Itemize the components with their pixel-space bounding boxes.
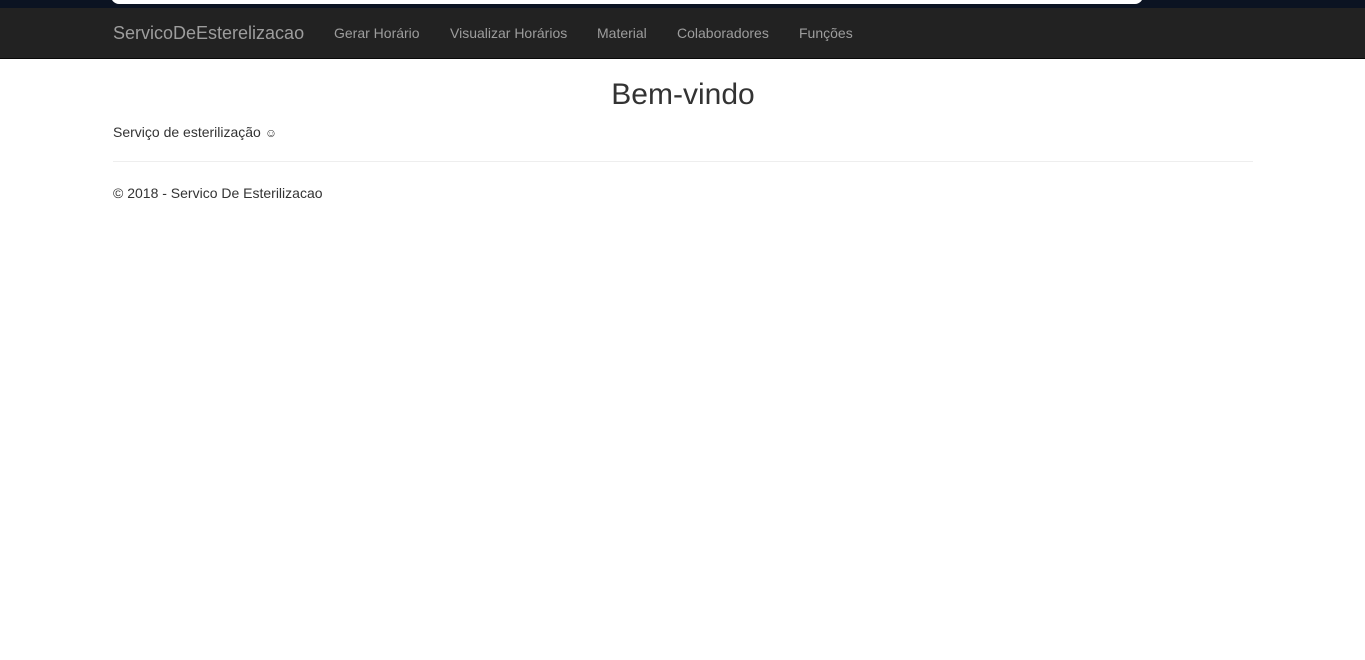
footer-divider	[113, 161, 1253, 162]
browser-address-bar-edge	[111, 0, 1143, 4]
navbar-brand-link[interactable]: ServicoDeEsterelizacao	[113, 8, 304, 58]
nav-item-material[interactable]: Material	[597, 8, 647, 58]
nav-item-colaboradores[interactable]: Colaboradores	[677, 8, 769, 58]
nav-item-visualizar-horarios[interactable]: Visualizar Horários	[450, 8, 567, 58]
nav-item-gerar-horario[interactable]: Gerar Horário	[334, 8, 420, 58]
smiley-icon: ☺	[264, 126, 278, 140]
page-title: Bem-vindo	[611, 78, 755, 111]
navbar: ServicoDeEsterelizacao Gerar Horário Vis…	[0, 8, 1365, 59]
nav-item-funcoes[interactable]: Funções	[799, 8, 853, 58]
intro-text: Serviço de esterilização ☺	[113, 123, 277, 142]
browser-top-strip	[0, 0, 1365, 8]
footer-copyright: © 2018 - Servico De Esterilizacao	[113, 185, 323, 201]
intro-label: Serviço de esterilização	[113, 124, 261, 140]
